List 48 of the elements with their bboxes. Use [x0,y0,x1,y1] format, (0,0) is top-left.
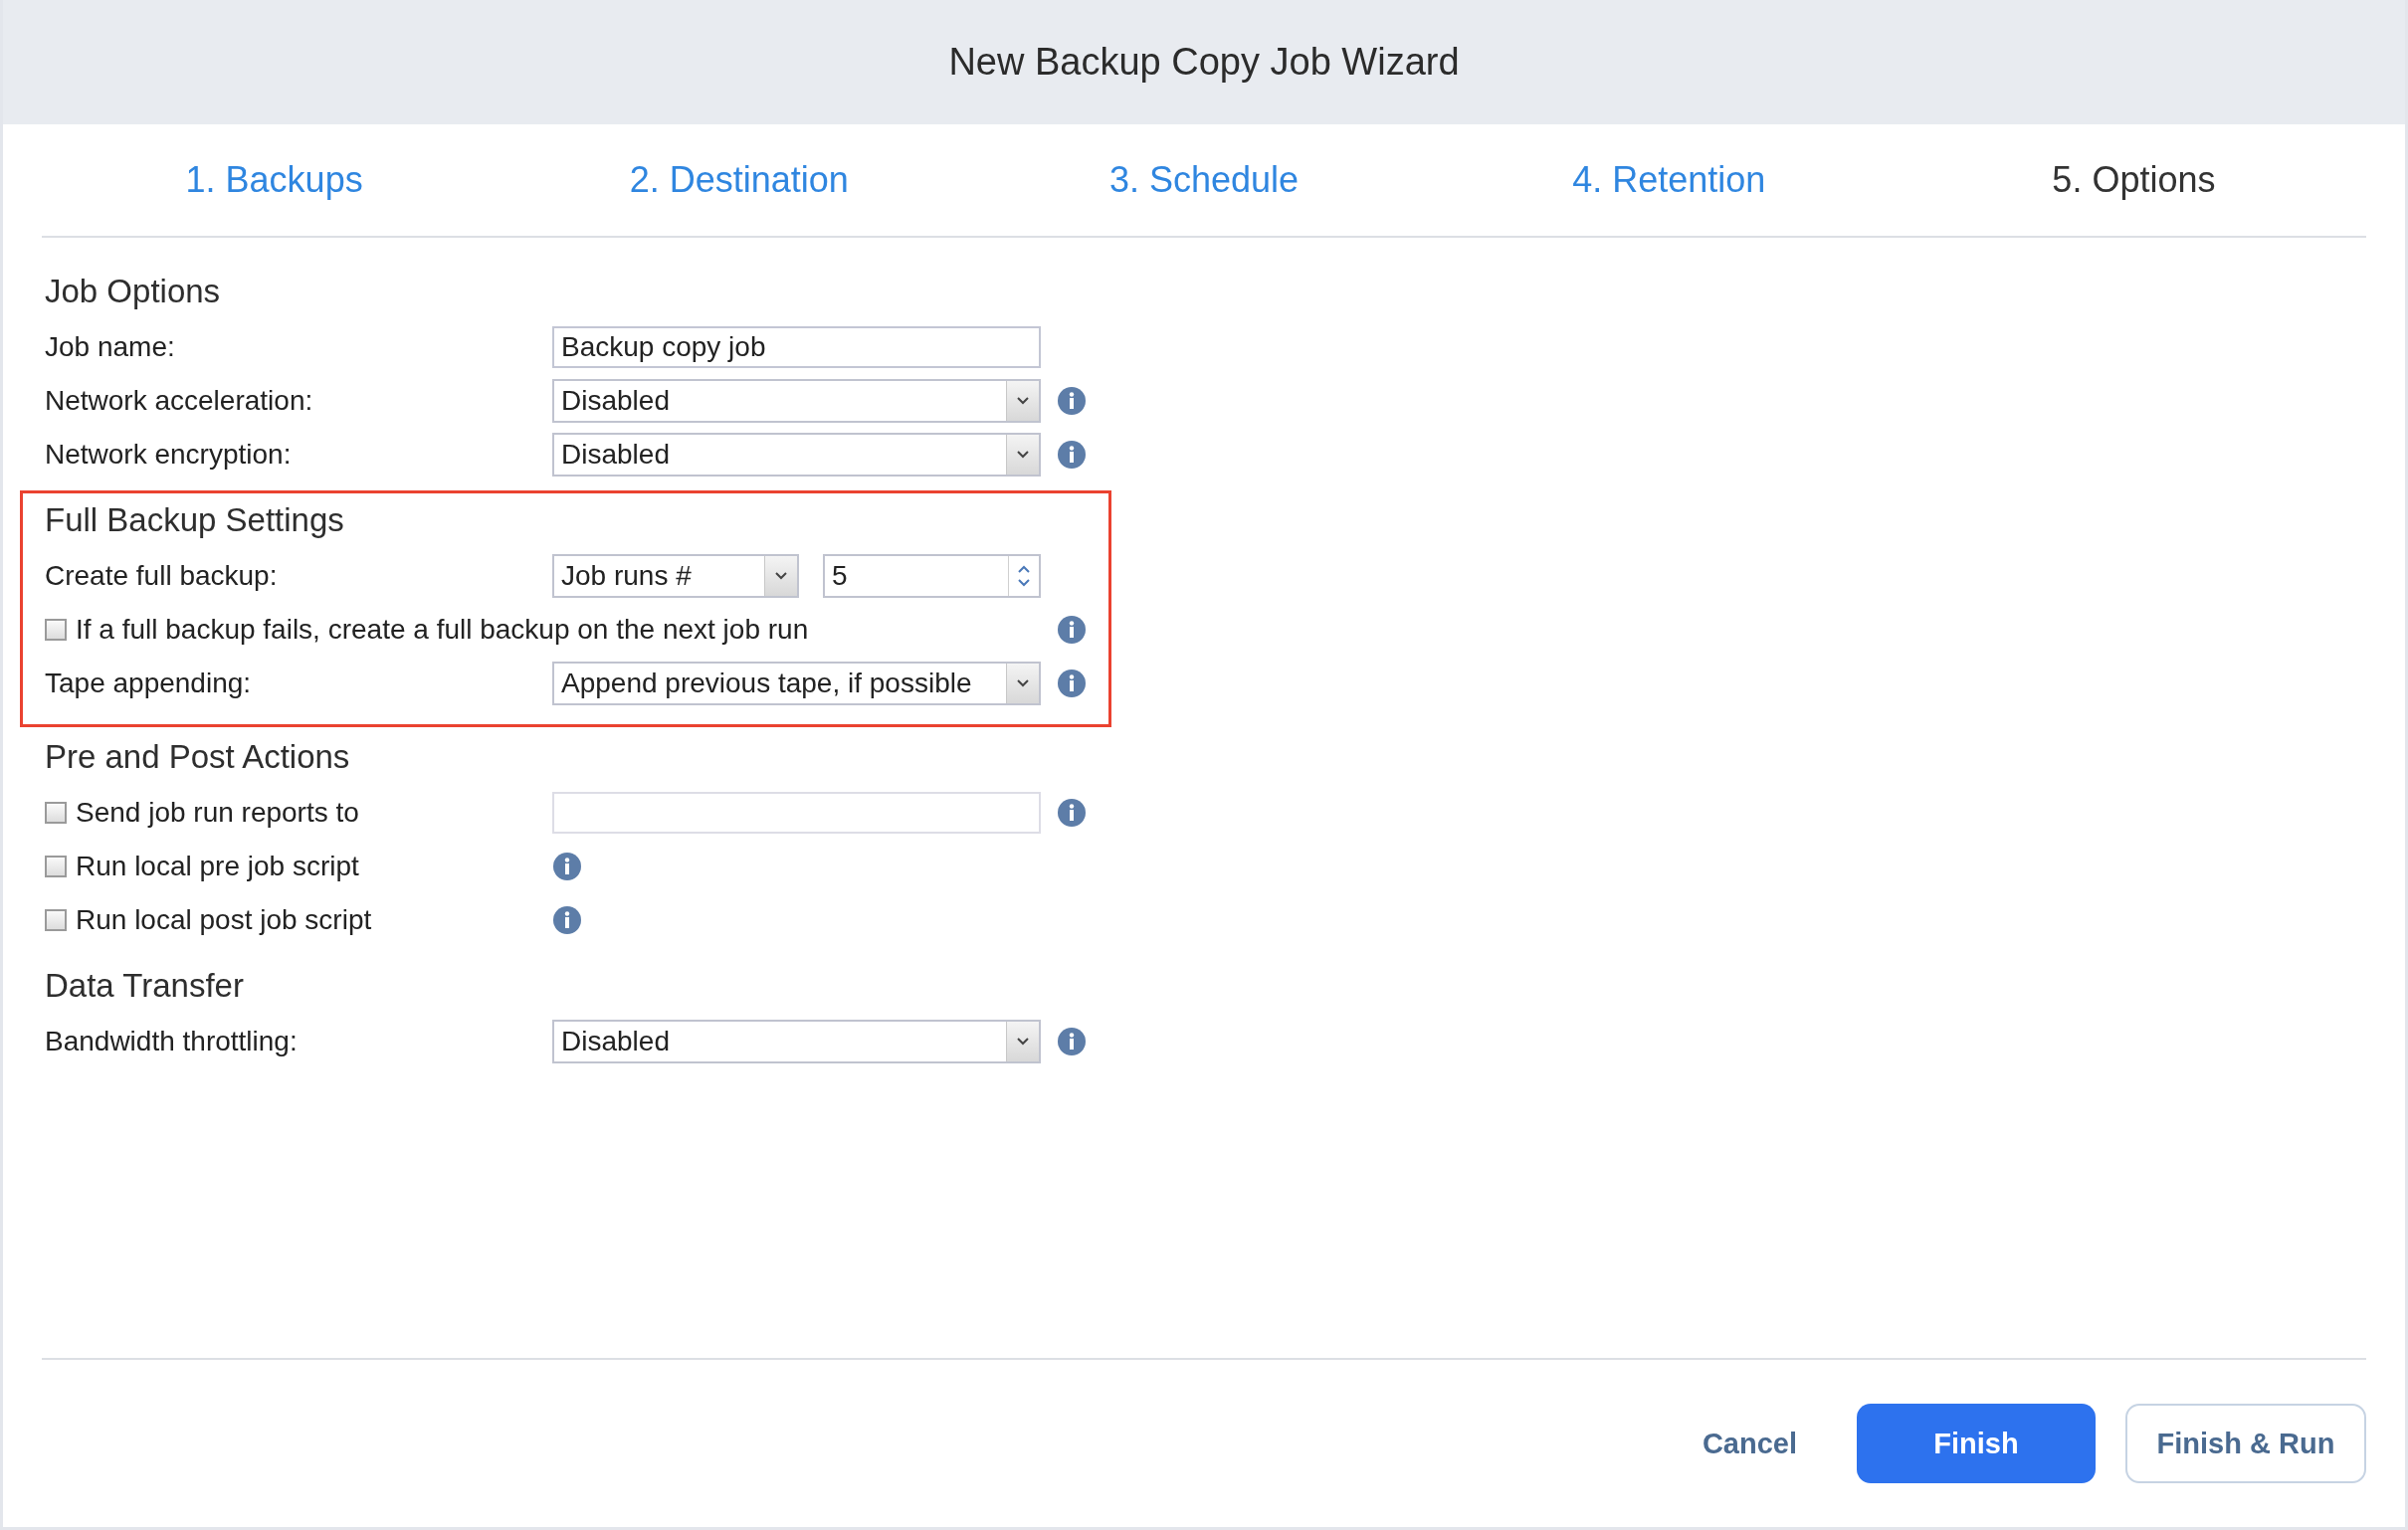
info-icon[interactable] [1057,1027,1087,1056]
info-icon[interactable] [1057,798,1087,828]
info-icon[interactable] [1057,615,1087,645]
chevron-down-icon [764,556,797,596]
number-spinner[interactable]: 5 [823,554,1041,598]
checkbox[interactable] [45,619,67,641]
finish-and-run-button[interactable]: Finish & Run [2125,1404,2366,1483]
section-title: Pre and Post Actions [45,738,351,776]
email-field[interactable] [552,792,1041,834]
cancel-link[interactable]: Cancel [1672,1404,1827,1483]
checkbox-label: If a full backup fails, create a full backup on the next job run [76,614,809,646]
chevron-down-icon [1006,664,1039,703]
dropdown[interactable]: Append previous tape, if possible [552,662,1041,705]
field-label: Job name: [45,331,176,363]
wizard-step-tab[interactable]: 1. Backups [185,159,363,201]
window-title: New Backup Copy Job Wizard [948,41,1460,84]
info-icon[interactable] [552,852,582,881]
dropdown[interactable]: Disabled [552,433,1041,477]
wizard-step-tab[interactable]: 2. Destination [629,159,849,201]
checkbox-label: Run local post job script [76,904,372,936]
info-icon[interactable] [552,905,582,935]
field-label: Network acceleration: [45,385,314,417]
checkbox[interactable] [45,802,67,824]
checkbox[interactable] [45,909,67,931]
text-field[interactable]: Backup copy job [552,326,1041,368]
field-label: Bandwidth throttling: [45,1026,299,1057]
checkbox-label: Run local pre job script [76,851,359,882]
finish-button[interactable]: Finish [1857,1404,2096,1483]
wizard-step-tab[interactable]: 3. Schedule [1108,159,1300,201]
wizard-step-tab[interactable]: 5. Options [2052,159,2216,201]
dropdown[interactable]: Disabled [552,379,1041,423]
field-label: Create full backup: [45,560,279,592]
section-title: Job Options [45,273,222,310]
dropdown[interactable]: Job runs # [552,554,799,598]
chevron-down-icon [1006,381,1039,421]
info-icon[interactable] [1057,440,1087,470]
field-label: Network encryption: [45,439,293,471]
info-icon[interactable] [1057,669,1087,698]
checkbox-label: Send job run reports to [76,797,359,829]
section-title: Full Backup Settings [45,501,345,539]
chevron-down-icon [1006,1022,1039,1061]
dropdown[interactable]: Disabled [552,1020,1041,1063]
checkbox[interactable] [45,856,67,877]
field-label: Tape appending: [45,668,253,699]
info-icon[interactable] [1057,386,1087,416]
section-title: Data Transfer [45,967,245,1005]
wizard-step-tab[interactable]: 4. Retention [1572,159,1766,201]
chevron-down-icon [1006,435,1039,475]
